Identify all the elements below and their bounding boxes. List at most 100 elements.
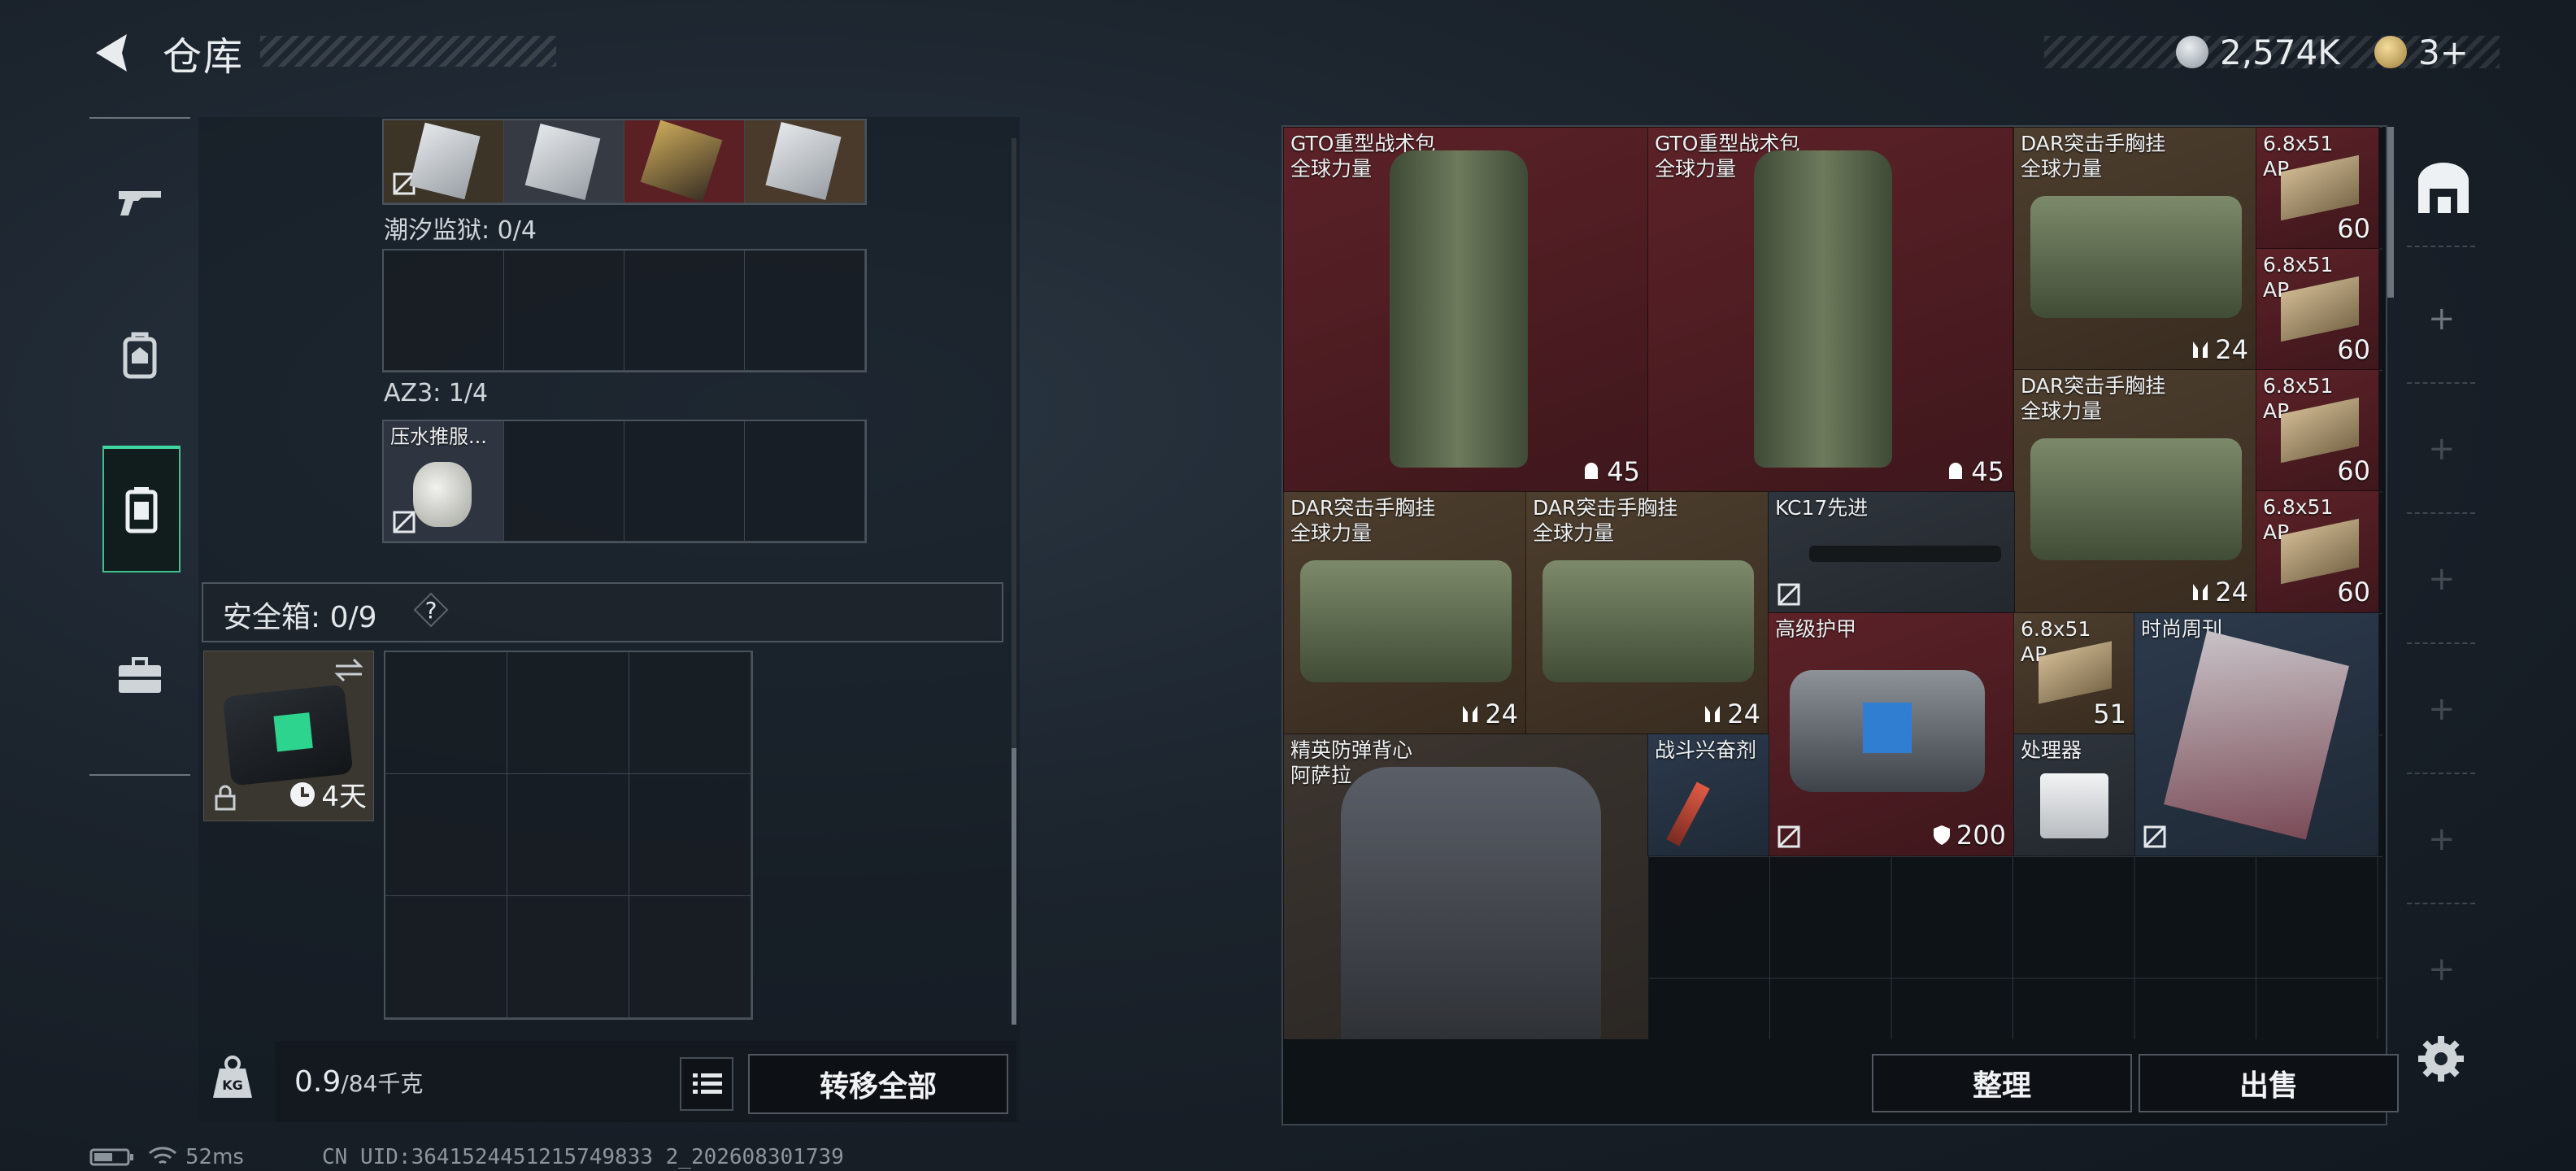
add-tab-plus-icon[interactable]: + — [2428, 823, 2456, 855]
item-name: KC17先进 — [1775, 496, 1869, 520]
empty-slot[interactable] — [384, 250, 504, 371]
empty-slot[interactable] — [385, 774, 507, 896]
item-combat-stimulant[interactable]: 战斗兴奋剂 — [1647, 734, 1769, 856]
weight-value: 0.9 — [294, 1065, 342, 1099]
chest-rig-image — [1300, 560, 1512, 682]
item-advanced-armor[interactable]: 高级护甲 200 — [1768, 612, 2015, 856]
sell-button[interactable]: 出售 — [2139, 1054, 2399, 1112]
safe-box-item[interactable]: 4天 — [203, 651, 374, 821]
item-count: 51 — [2093, 699, 2126, 729]
item-name: DAR突击手胸挂 全球力量 — [2021, 374, 2166, 423]
az3-container-label: AZ3: 1/4 — [384, 379, 489, 407]
empty-slot[interactable] — [624, 421, 745, 542]
empty-slot[interactable] — [507, 652, 629, 774]
item-processor[interactable]: 处理器 — [2013, 734, 2135, 856]
item-ammo-3[interactable]: 6.8x51 AP 60 — [2256, 369, 2379, 492]
rig-capacity-icon — [2193, 342, 2208, 358]
rig-capacity-icon — [1463, 706, 1478, 722]
item-count: 200 — [1932, 820, 2006, 851]
gold-coin-icon — [2374, 36, 2407, 68]
az3-container-grid: 压水推服... — [382, 420, 867, 543]
svg-text:?: ? — [425, 597, 437, 624]
item-dar-chest-rig-4[interactable]: DAR突击手胸挂 全球力量 24 — [1525, 491, 1769, 735]
rail-storage[interactable] — [102, 446, 181, 572]
container-grid-top — [382, 119, 867, 205]
add-tab-plus-icon[interactable]: + — [2428, 563, 2456, 595]
empty-slot[interactable] — [385, 896, 507, 1018]
empty-slot[interactable] — [504, 421, 624, 542]
rail-weapons[interactable] — [102, 141, 177, 263]
status-bar: 52ms — [89, 1145, 244, 1169]
no-transfer-icon — [393, 511, 416, 533]
chest-rig-image — [2030, 438, 2242, 560]
backpack-image — [1754, 150, 1892, 468]
right-scrollbar-thumb[interactable] — [2387, 127, 2394, 298]
item-slot-pressure-suit[interactable]: 压水推服... — [384, 421, 504, 542]
backpack-image — [1390, 150, 1528, 468]
item-kc17-stock[interactable]: KC17先进 — [1768, 491, 2015, 614]
list-view-button[interactable] — [680, 1057, 733, 1111]
chest-rig-image — [1543, 560, 1754, 682]
item-elite-vest[interactable]: 精英防弹背心 阿萨拉 — [1283, 734, 1649, 1039]
item-ammo-5[interactable]: 6.8x51 AP 51 — [2013, 612, 2135, 735]
chest-rig-image — [2030, 196, 2242, 318]
battery-icon — [89, 1148, 133, 1166]
item-count: 60 — [2337, 455, 2370, 486]
item-slot[interactable] — [384, 120, 504, 203]
transfer-all-button[interactable]: 转移全部 — [748, 1054, 1008, 1114]
item-count: 45 — [1945, 456, 2004, 487]
item-gto-backpack-1[interactable]: GTO重型战术包 全球力量 45 — [1283, 127, 1649, 493]
warehouse-grid: GTO重型战术包 全球力量 45 GTO重型战术包 全球力量 45 DAR突击手… — [1283, 127, 2382, 1039]
warehouse-tab-icon[interactable] — [2415, 161, 2472, 215]
item-dar-chest-rig-3[interactable]: DAR突击手胸挂 全球力量 24 — [1283, 491, 1527, 735]
add-tab-plus-icon[interactable]: + — [2428, 303, 2456, 335]
back-arrow-icon[interactable] — [89, 31, 137, 75]
item-ammo-1[interactable]: 6.8x51 AP 60 — [2256, 127, 2379, 250]
empty-slot[interactable] — [629, 896, 751, 1018]
item-dar-chest-rig-2[interactable]: DAR突击手胸挂 全球力量 24 — [2013, 369, 2257, 613]
briefcase-icon — [119, 657, 161, 693]
empty-slot[interactable] — [629, 774, 751, 896]
currency-2-value: 3+ — [2418, 32, 2469, 72]
capacity-icon — [1949, 463, 1963, 479]
empty-slot[interactable] — [745, 421, 865, 542]
rig-capacity-icon — [2193, 584, 2208, 600]
empty-slot[interactable] — [507, 896, 629, 1018]
item-slot[interactable] — [504, 120, 624, 203]
item-count: 60 — [2337, 577, 2370, 607]
silver-coin-icon — [2176, 36, 2208, 68]
weight-icon[interactable]: KG — [208, 1052, 257, 1101]
item-ammo-4[interactable]: 6.8x51 AP 60 — [2256, 490, 2379, 613]
help-icon[interactable]: ? — [413, 592, 449, 628]
item-slot[interactable] — [745, 120, 865, 203]
item-gto-backpack-2[interactable]: GTO重型战术包 全球力量 45 — [1647, 127, 2013, 493]
left-scrollbar-thumb[interactable] — [1012, 748, 1016, 1025]
item-name: DAR突击手胸挂 全球力量 — [2021, 132, 2166, 181]
list-icon — [693, 1073, 722, 1094]
item-slot[interactable] — [624, 120, 745, 203]
item-dar-chest-rig-1[interactable]: DAR突击手胸挂 全球力量 24 — [2013, 127, 2257, 371]
settings-gear-icon[interactable] — [2415, 1033, 2467, 1085]
user-uid: CN UID:3641524451215749833 2_20260830173… — [322, 1145, 844, 1169]
stock-image — [1809, 546, 2001, 562]
swap-icon[interactable] — [333, 658, 365, 682]
item-fashion-magazine[interactable]: 时尚周刊 — [2134, 612, 2379, 856]
add-tab-plus-icon[interactable]: + — [2428, 693, 2456, 725]
prison-container-grid — [382, 249, 867, 372]
backpack-icon — [123, 332, 157, 379]
empty-slot[interactable] — [745, 250, 865, 371]
rail-equipment[interactable] — [102, 294, 177, 416]
safe-box-grid — [384, 651, 753, 1020]
organize-button[interactable]: 整理 — [1872, 1054, 2132, 1112]
add-tab-plus-icon[interactable]: + — [2428, 433, 2456, 465]
empty-slot[interactable] — [507, 774, 629, 896]
empty-slot[interactable] — [504, 250, 624, 371]
rig-capacity-icon — [1705, 706, 1721, 722]
add-tab-plus-icon[interactable]: + — [2428, 953, 2456, 986]
rail-toolkit[interactable] — [102, 615, 177, 737]
empty-slot[interactable] — [629, 652, 751, 774]
safe-box-image — [222, 684, 354, 786]
empty-slot[interactable] — [385, 652, 507, 774]
empty-slot[interactable] — [624, 250, 745, 371]
item-ammo-2[interactable]: 6.8x51 AP 60 — [2256, 248, 2379, 371]
